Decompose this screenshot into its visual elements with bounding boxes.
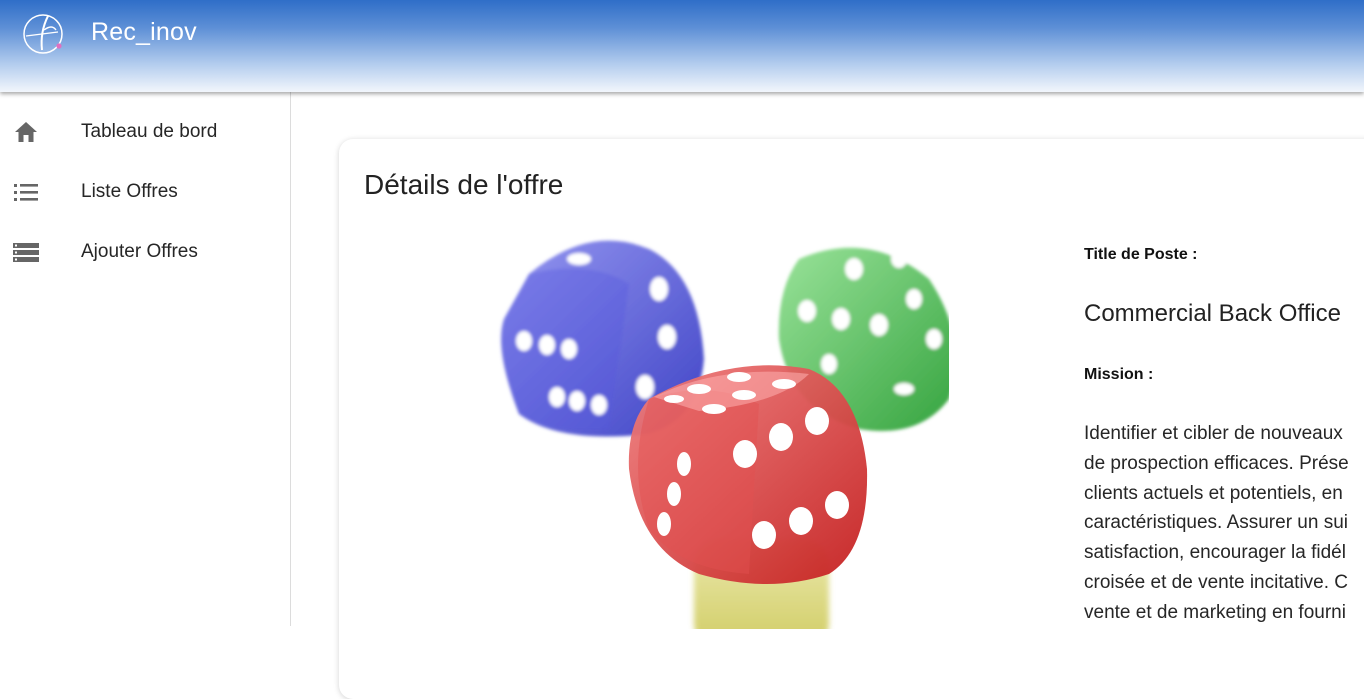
- main-content: Détails de l'offre Title de Poste: Comm…: [291, 92, 1364, 699]
- top-app-bar: Rec_inov: [0, 0, 1364, 92]
- offer-details-card: Détails de l'offre Title de Poste: Comm…: [339, 139, 1364, 699]
- app-title[interactable]: Rec_inov: [91, 18, 197, 47]
- dice-image: [501, 240, 949, 629]
- sidebar-item-label: Liste Offres: [81, 181, 178, 202]
- mission-line: Identifier et cibler de nouveaux: [1084, 423, 1343, 444]
- sidebar-item-ajouter-offres[interactable]: Ajouter Offres: [0, 228, 290, 276]
- sidebar-item-liste-offres[interactable]: Liste Offres: [0, 168, 290, 216]
- mission-line: clients actuels et potentiels, en: [1084, 482, 1343, 504]
- mission-line: satisfaction, encourager la fidél: [1084, 542, 1346, 564]
- mission-label: Mission :: [1084, 366, 1154, 383]
- home-icon: [15, 122, 37, 142]
- mission-line: croisée et de vente incitative. C: [1084, 571, 1349, 593]
- mission-line: vente et de marketing en fourni: [1084, 601, 1346, 623]
- mission-description: Identifier et cibler de nouveaux de pros…: [1084, 419, 1364, 628]
- sidebar-item-label: Tableau de bord: [81, 121, 218, 142]
- mission-line: de prospection efficaces. Prése: [1084, 452, 1349, 474]
- mission-line: caractéristiques. Assurer un sui: [1084, 512, 1349, 534]
- sidebar: Tableau de bord Liste Offres Ajouter Off…: [0, 92, 291, 626]
- post-title-label: Title de Poste :: [1084, 246, 1198, 263]
- storage-list-icon: [13, 243, 39, 262]
- post-title-value: Commercial Back Office: [1084, 300, 1341, 327]
- sidebar-item-label: Ajouter Offres: [81, 241, 198, 262]
- page-title: Détails de l'offre: [364, 169, 564, 200]
- brand-logo-icon[interactable]: [22, 12, 66, 56]
- list-icon: [14, 184, 38, 201]
- sidebar-item-tableau-de-bord[interactable]: Tableau de bord: [0, 108, 290, 156]
